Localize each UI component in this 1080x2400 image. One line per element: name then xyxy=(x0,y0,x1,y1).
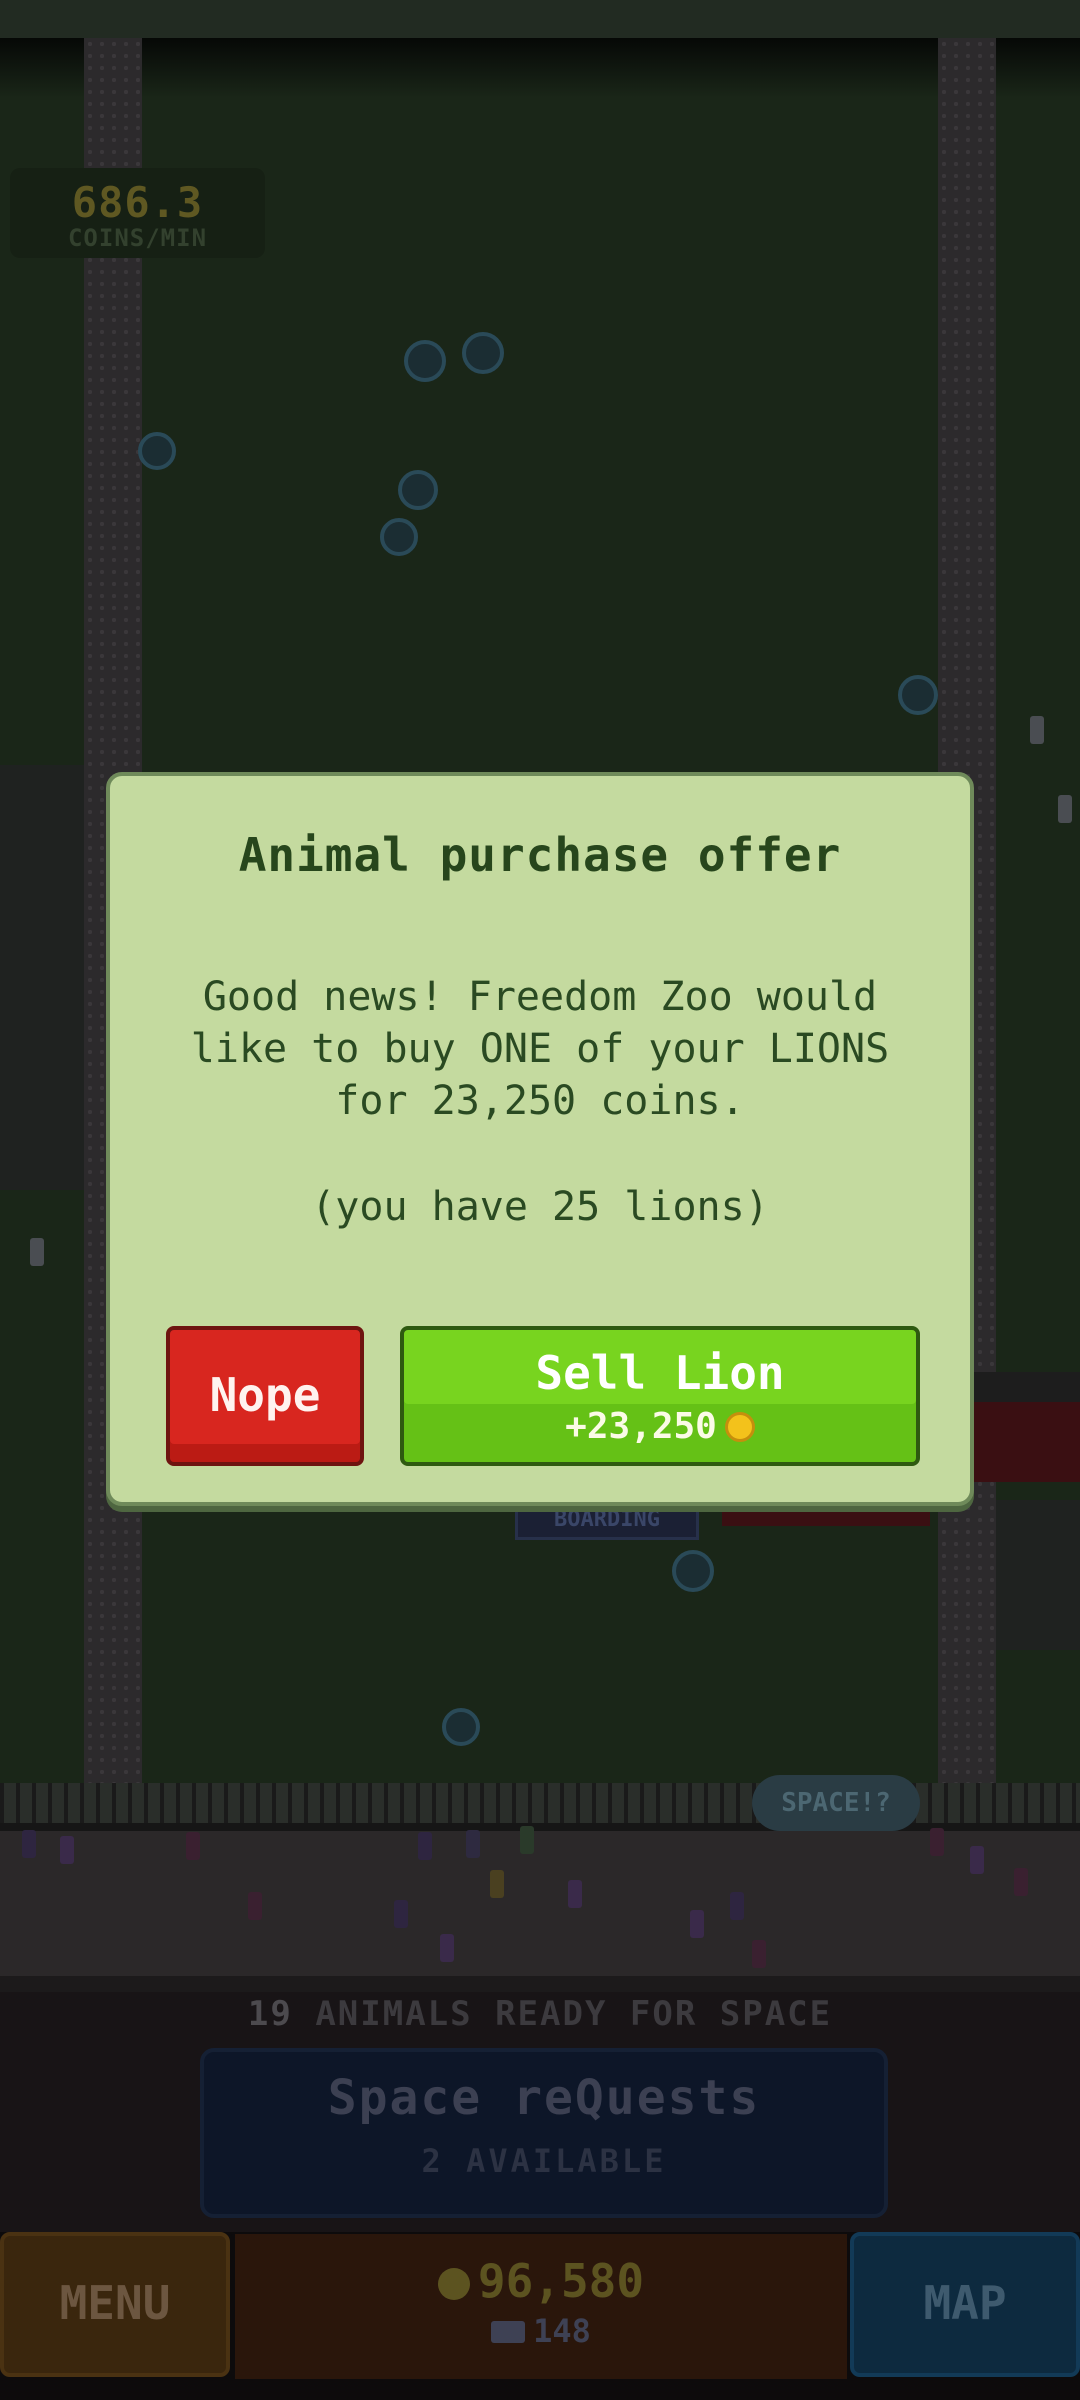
space-requests-button[interactable]: Space reQuests 2 AVAILABLE xyxy=(200,2048,888,2218)
visitor xyxy=(30,1238,44,1266)
space-speech-bubble[interactable]: SPACE!? xyxy=(752,1775,920,1831)
coin-balance: 96,580 xyxy=(235,2254,847,2308)
sell-lion-label: Sell Lion xyxy=(535,1346,785,1400)
curb xyxy=(0,1976,1080,1992)
visitor xyxy=(930,1828,944,1856)
animal[interactable] xyxy=(442,1708,480,1746)
map-button[interactable]: MAP xyxy=(850,2232,1080,2377)
visitor xyxy=(418,1832,432,1860)
space-requests-title: Space reQuests xyxy=(327,2070,761,2126)
visitor xyxy=(690,1910,704,1938)
visitor xyxy=(752,1940,766,1968)
ticket-balance: 148 xyxy=(235,2312,847,2350)
status-bar xyxy=(0,0,1080,38)
visitor xyxy=(1014,1868,1028,1896)
animals-ready-text: 19 ANIMALS READY FOR SPACE xyxy=(0,1994,1080,2034)
animal[interactable] xyxy=(672,1550,714,1592)
animal[interactable] xyxy=(380,518,418,556)
purchase-offer-dialog: Animal purchase offer Good news! Freedom… xyxy=(106,772,974,1506)
visitor xyxy=(568,1880,582,1908)
visitor xyxy=(394,1900,408,1928)
animal[interactable] xyxy=(898,675,938,715)
animal[interactable] xyxy=(462,332,504,374)
nope-button[interactable]: Nope xyxy=(166,1326,364,1466)
coins-per-minute-value: 686.3 xyxy=(71,178,204,227)
visitor xyxy=(490,1870,504,1898)
fence-rail xyxy=(0,1823,1080,1831)
coins-per-minute-panel: 686.3 COINS/MIN xyxy=(10,168,265,258)
visitor xyxy=(60,1836,74,1864)
visitor xyxy=(1030,716,1044,744)
menu-button[interactable]: MENU xyxy=(0,2232,230,2377)
visitor xyxy=(730,1892,744,1920)
currency-panel: 96,580 148 xyxy=(235,2234,847,2379)
sell-amount-value: +23,250 xyxy=(565,1406,717,1447)
visitor xyxy=(520,1826,534,1854)
animals-ready-count: 19 xyxy=(247,1994,293,2034)
ticket-balance-value: 148 xyxy=(533,2312,591,2350)
animal[interactable] xyxy=(138,432,176,470)
coins-per-minute-unit: COINS/MIN xyxy=(67,224,208,252)
coin-balance-value: 96,580 xyxy=(477,2254,645,2308)
animals-ready-label: ANIMALS READY FOR SPACE xyxy=(315,1994,833,2034)
dialog-message: Good news! Freedom Zoo would like to buy… xyxy=(190,974,890,1124)
visitor xyxy=(1058,795,1072,823)
top-shade xyxy=(0,38,1080,98)
boarding-sign: BOARDING xyxy=(515,1500,699,1540)
sell-lion-button[interactable]: Sell Lion +23,250 xyxy=(400,1326,920,1466)
visitor xyxy=(22,1830,36,1858)
dialog-title: Animal purchase offer xyxy=(238,828,842,882)
animal[interactable] xyxy=(398,470,438,510)
space-requests-available: 2 AVAILABLE xyxy=(421,2142,667,2180)
visitor xyxy=(186,1832,200,1860)
animal[interactable] xyxy=(404,340,446,382)
visitor xyxy=(466,1830,480,1858)
visitor xyxy=(248,1892,262,1920)
sell-lion-amount: +23,250 xyxy=(404,1406,916,1447)
visitor xyxy=(970,1846,984,1874)
building-left xyxy=(0,765,84,1190)
ticket-icon xyxy=(491,2321,526,2343)
sidewalk xyxy=(0,1831,1080,1976)
visitor xyxy=(440,1934,454,1962)
coin-icon xyxy=(437,2268,470,2300)
lion-count-note: (you have 25 lions) xyxy=(311,1184,769,1230)
coin-icon xyxy=(724,1412,755,1442)
